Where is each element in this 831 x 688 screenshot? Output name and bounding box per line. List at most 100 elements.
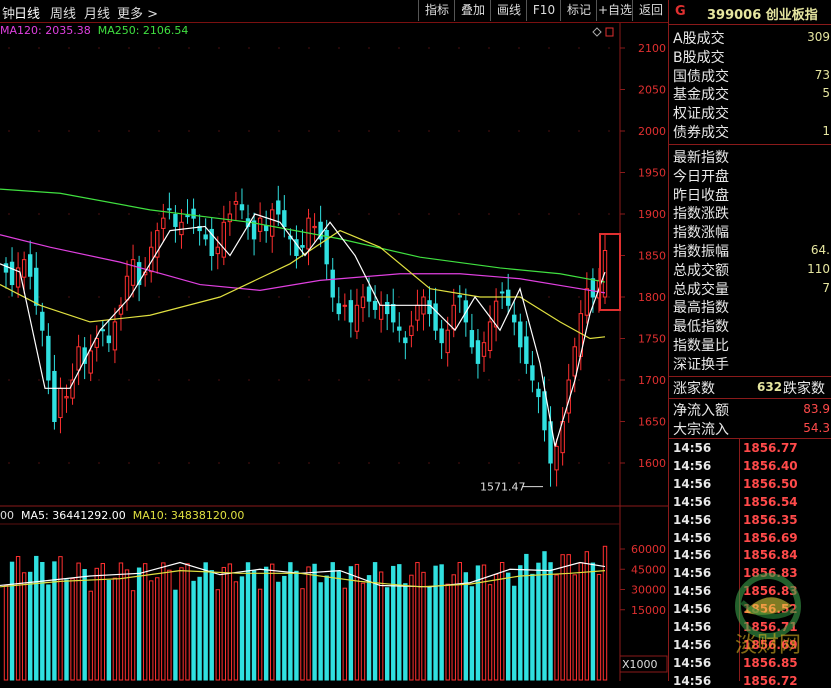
tick-time: 14:56: [673, 566, 712, 581]
volume-bar: [499, 562, 505, 681]
candle-body: [554, 445, 559, 471]
candle-body: [76, 346, 81, 371]
tab-monthly[interactable]: 月线: [84, 3, 110, 22]
index-row-0-label: 最新指数: [673, 150, 729, 166]
candle-body: [270, 209, 275, 237]
panel-divider: [669, 376, 831, 377]
candle-body: [384, 301, 390, 315]
volume-bar: [451, 574, 456, 681]
candle-body: [536, 388, 541, 398]
candle-body: [161, 217, 166, 229]
volume-tick-label: 60000: [631, 543, 666, 556]
candle-body: [221, 221, 227, 258]
volume-bar: [155, 577, 160, 681]
vol-ma5-legend: MA5: 36441292.00: [21, 509, 126, 522]
index-row-5-label: 指数振幅: [673, 244, 729, 260]
ma-legend: MA120: 2035.38 MA250: 2106.54: [0, 24, 188, 37]
volume-bar: [94, 567, 99, 681]
volume-bar: [584, 551, 590, 681]
add-watchlist-button[interactable]: +自选: [596, 0, 633, 21]
index-row-7-label: 总成交量: [673, 281, 729, 298]
index-row-9-label: 最低指数: [673, 319, 729, 336]
volume-bar: [493, 573, 499, 681]
volume-bar: [136, 567, 142, 681]
volume-bar: [40, 561, 45, 681]
tick-price: 1856.69: [743, 637, 798, 652]
tick-time: 14:56: [673, 584, 712, 599]
quote-panel: G 399006 创业板指 A股成交 309 B股成交 国债成交 73 基金成交 5 权证成交…: [668, 0, 831, 688]
tick-price: 1856.54: [743, 494, 798, 509]
back-button[interactable]: 返回: [632, 0, 669, 21]
tick-time: 14:56: [673, 530, 712, 545]
candle-body: [40, 311, 45, 331]
volume-bar: [378, 571, 384, 681]
volume-bar: [306, 566, 311, 681]
panel-title: 399006 创业板指: [707, 8, 818, 23]
candle-body: [58, 387, 63, 419]
volume-bar: [288, 562, 293, 681]
draw-line-button[interactable]: 画线: [490, 0, 527, 21]
trade-row-2-label: 国债成交: [673, 68, 729, 85]
volume-bar: [348, 566, 354, 681]
f10-button[interactable]: F10: [526, 0, 561, 21]
volume-bar: [276, 581, 281, 681]
index-row-5-value: 64.: [810, 243, 830, 257]
volume-bar: [590, 562, 596, 681]
down-count-label: 跌家数: [783, 381, 825, 397]
price-tick-label: 1650: [638, 416, 666, 429]
kline-chart[interactable]: 2100 2050 2000 1950 1900 1850 1800 1750 1700 1650…: [0, 0, 668, 681]
candle-body: [276, 200, 281, 215]
tab-more[interactable]: 更多 >: [117, 3, 158, 22]
volume-bar: [257, 588, 263, 681]
volume-bar: [415, 562, 420, 681]
overlay-button[interactable]: 叠加: [454, 0, 491, 21]
tab-weekly[interactable]: 周线: [50, 3, 76, 22]
tick-time: 14:56: [673, 441, 712, 455]
volume-bar: [439, 564, 444, 681]
tick-price: 1856.77: [743, 441, 798, 455]
tick-time: 14:56: [673, 548, 712, 563]
volume-bar: [15, 556, 21, 681]
volume-bar: [372, 562, 378, 681]
tick-divider: [739, 439, 740, 681]
candle-body: [179, 221, 184, 236]
index-row-6-value: 110: [807, 261, 830, 276]
candle-body: [360, 296, 366, 309]
volume-bar: [21, 572, 27, 681]
volume-bar: [312, 563, 317, 681]
volume-bar: [3, 584, 9, 681]
candle-body: [233, 201, 239, 205]
candle-body: [584, 288, 590, 316]
volume-bar: [106, 579, 112, 681]
volume-bar: [433, 565, 438, 681]
volume-bar: [209, 570, 214, 681]
candle-body: [439, 328, 444, 344]
volume-bar: [251, 570, 257, 681]
mark-button[interactable]: 标记: [560, 0, 597, 21]
price-tick-label: 1800: [638, 291, 666, 304]
volume-bar: [518, 565, 523, 681]
price-tick-label: 1750: [638, 333, 666, 346]
candle-body: [34, 267, 39, 306]
indicator-button[interactable]: 指标: [418, 0, 455, 21]
volume-bar: [409, 574, 414, 681]
candle-body: [391, 303, 396, 323]
price-tick-label: 1850: [638, 250, 666, 263]
candle-body: [64, 396, 69, 399]
candle-body: [88, 350, 93, 374]
volume-bar: [300, 588, 305, 681]
trade-row-5-value: 1: [822, 124, 830, 138]
volume-bar: [28, 571, 33, 681]
volume-bar: [82, 569, 87, 681]
volume-unit-label: X1000: [622, 658, 658, 671]
candle-body: [330, 269, 335, 298]
volume-bar: [9, 561, 15, 681]
volume-bar: [548, 562, 553, 681]
volume-bar: [124, 569, 130, 681]
candle-body: [9, 261, 15, 286]
index-row-11-label: 深证换手: [673, 356, 729, 373]
volume-bar: [221, 566, 227, 681]
trade-row-2-value: 73: [814, 67, 830, 82]
tab-daily[interactable]: 日线: [14, 3, 40, 22]
volume-bar: [336, 571, 341, 681]
